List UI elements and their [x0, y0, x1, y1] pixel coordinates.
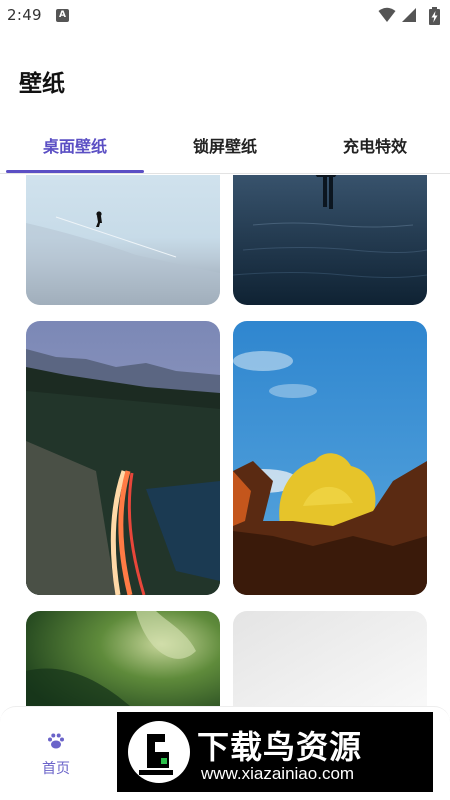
- wallpaper-mountain-highway-light-trails: [26, 321, 220, 595]
- wallpaper-tile[interactable]: [233, 611, 427, 710]
- wallpaper-white-gradient: [233, 611, 427, 710]
- wallpaper-person-on-snow-ridge: [26, 175, 220, 305]
- tab-charging-effect[interactable]: 充电特效: [306, 120, 444, 174]
- wallpaper-tile[interactable]: [233, 321, 427, 595]
- status-time: 2:49: [7, 6, 42, 24]
- page-title: 壁纸: [19, 71, 65, 97]
- tab-lockscreen-wallpaper[interactable]: 锁屏壁纸: [156, 120, 294, 174]
- wallpaper-grid: [0, 175, 450, 710]
- wallpaper-tile[interactable]: [26, 321, 220, 595]
- nav-home-label: 首页: [42, 761, 70, 777]
- wallpaper-reflection-on-lake: [233, 175, 427, 305]
- status-bar: 2:49 A: [0, 0, 450, 32]
- signal-icon: [402, 8, 416, 22]
- tab-desktop-wallpaper[interactable]: 桌面壁纸: [6, 120, 144, 174]
- watermark-title: 下载鸟资源: [197, 728, 363, 766]
- nav-home[interactable]: 首页: [28, 731, 84, 778]
- wallpaper-tile[interactable]: [233, 175, 427, 305]
- wallpaper-green-foliage: [26, 611, 220, 710]
- active-tab-indicator: [6, 170, 144, 173]
- wifi-icon: [378, 7, 396, 22]
- battery-charging-icon: [429, 7, 440, 25]
- tab-bar: 桌面壁纸 锁屏壁纸 充电特效: [0, 120, 450, 174]
- wallpaper-yellow-tree-blue-sky: [233, 321, 427, 595]
- wallpaper-tile[interactable]: [26, 611, 220, 710]
- notification-icon: A: [56, 9, 69, 22]
- wallpaper-tile[interactable]: [26, 175, 220, 305]
- watermark-banner: 下载鸟资源 www.xiazainiao.com: [117, 712, 433, 792]
- bird-logo-icon: [128, 721, 190, 783]
- watermark-url: www.xiazainiao.com: [201, 764, 355, 783]
- paw-icon: [48, 733, 64, 749]
